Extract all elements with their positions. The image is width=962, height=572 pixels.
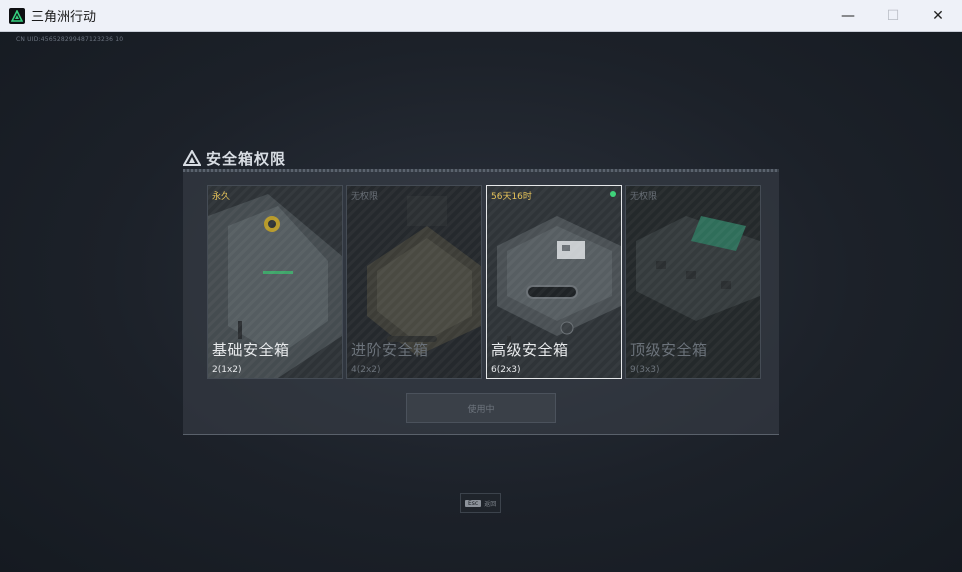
card-size: 6(2x3) (491, 365, 521, 375)
close-button[interactable]: ✕ (915, 0, 961, 31)
panel-title: 安全箱权限 (206, 149, 287, 168)
back-button[interactable]: Esc 返回 (460, 493, 502, 513)
uid-text: CN UID:456528299487123236 10 (16, 36, 124, 43)
card-size: 2(1x2) (212, 365, 242, 375)
card-size: 4(2x2) (351, 365, 381, 375)
card-status-badge: 56天16时 (491, 192, 532, 202)
warning-triangle-icon (183, 150, 201, 166)
app-logo-icon (9, 7, 25, 24)
card-status-badge: 无权限 (351, 192, 379, 202)
back-label: 返回 (484, 500, 497, 508)
card-status-badge: 无权限 (630, 192, 658, 202)
card-name: 顶级安全箱 (630, 341, 708, 359)
game-viewport: CN UID:456528299487123236 10 安全箱权限 永久 基础… (0, 32, 962, 572)
safe-box-card-advanced[interactable]: 无权限 进阶安全箱 4(2x2) (346, 185, 482, 379)
window-titlebar: 三角洲行动 — ☐ ✕ (0, 0, 962, 32)
card-name: 进阶安全箱 (351, 341, 429, 359)
maximize-button[interactable]: ☐ (870, 0, 916, 31)
panel-header: 安全箱权限 (183, 147, 286, 169)
card-name: 高级安全箱 (491, 341, 569, 359)
active-indicator-icon (610, 191, 616, 197)
card-size: 9(3x3) (630, 365, 660, 375)
safe-box-card-premium[interactable]: 56天16时 高级安全箱 6(2x3) (486, 185, 622, 379)
card-status-badge: 永久 (212, 192, 231, 202)
window-title: 三角洲行动 (31, 10, 97, 25)
safe-box-card-top[interactable]: 无权限 顶级安全箱 9(3x3) (625, 185, 761, 379)
in-use-button[interactable]: 使用中 (406, 393, 556, 423)
minimize-button[interactable]: — (825, 0, 871, 31)
card-name: 基础安全箱 (212, 341, 290, 359)
safe-box-card-basic[interactable]: 永久 基础安全箱 2(1x2) (207, 185, 343, 379)
esc-key-label: Esc (465, 499, 482, 507)
